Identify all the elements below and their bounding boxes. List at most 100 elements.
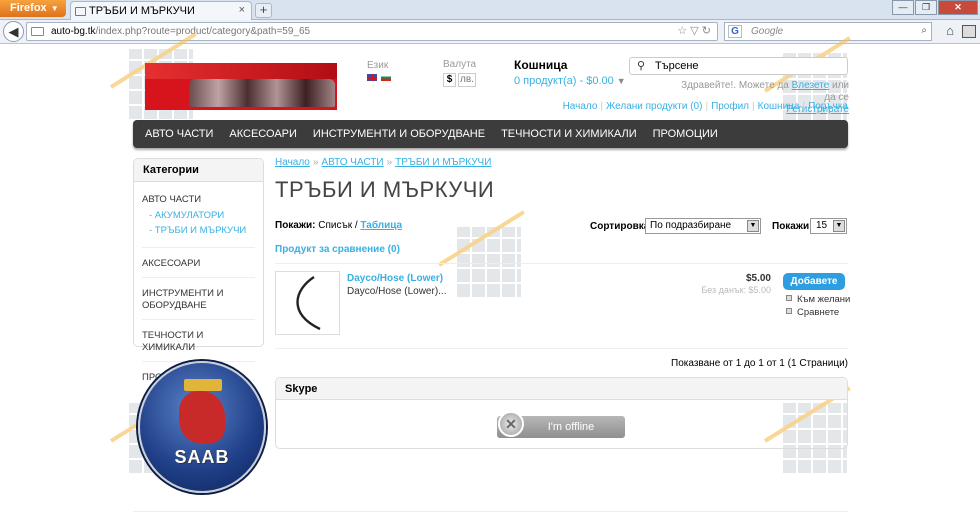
new-tab-button[interactable]: + [255,3,272,18]
back-button[interactable]: ◀ [3,21,24,42]
add-to-cart-button[interactable]: Добавете [783,273,845,290]
footer-divider [133,511,848,512]
currency-usd-button[interactable]: $ [443,73,456,87]
minimize-icon[interactable]: — [892,0,914,15]
breadcrumb-home[interactable]: Начало [275,157,310,168]
browser-nav-bar: ◀ auto-bg.tk/index.php?route=product/cat… [0,20,980,44]
menu-item-fluids[interactable]: ТЕЧНОСТИ И ХИМИКАЛИ [493,120,645,148]
add-to-wishlist-link[interactable]: Към желани [786,294,850,305]
compare-link[interactable]: Продукт за сравнение (0) [275,244,400,255]
display-toggle: Покажи: Списък / Таблица [275,220,402,231]
limit-select[interactable]: 15 ▼ [810,218,847,234]
category-tools[interactable]: ИНСТРУМЕНТИ И ОБОРУДВАНЕ [142,278,255,320]
search-icon[interactable]: ⌕ [921,25,927,36]
address-bar[interactable]: auto-bg.tk/index.php?route=product/categ… [26,22,718,41]
browser-tab-bar: Firefox ▼ ТРЪБИ И МЪРКУЧИ × + — ❐ ✕ [0,0,980,20]
header-links: Начало | Желани продукти (0) | Профил | Кошниц… [562,101,848,112]
google-icon[interactable]: G [728,25,742,38]
categories-box: Категории АВТО ЧАСТИ - АКУМУЛАТОРИ - ТРЪ… [133,158,264,383]
cart-summary[interactable]: 0 продукт(а) - $0.00 [514,75,614,87]
bullet-icon [786,308,792,314]
dropdown-arrow-icon[interactable]: ▽ [690,25,698,37]
language-label: Език [367,60,389,71]
sort-label: Сортировка: [590,221,653,232]
store-search-input[interactable]: ⚲ Търсене [629,57,848,75]
language-switcher: Език [367,60,391,81]
menu-item-promotions[interactable]: ПРОМОЦИИ [645,120,726,148]
browser-search-box[interactable]: G Google ⌕ [724,22,932,41]
search-icon[interactable]: ⚲ [637,59,645,72]
bookmark-star-icon[interactable]: ☆ [677,25,687,37]
wishlist-label: Към желани [797,294,851,305]
english-flag-icon[interactable] [367,74,377,81]
url-tools: ☆ ▽ ↻ [677,24,711,37]
dropdown-arrow-icon: ▼ [50,4,59,13]
pagination-results: Показване от 1 до 1 от 1 (1 Страници) [671,358,848,369]
menu-item-accessories[interactable]: АКСЕСОАРИ [221,120,305,148]
home-link[interactable]: Начало [563,101,598,112]
bullet-icon [786,295,792,301]
product-image[interactable] [275,271,340,335]
menu-item-tools[interactable]: ИНСТРУМЕНТИ И ОБОРУДВАНЕ [305,120,493,148]
account-link[interactable]: Профил [711,101,749,112]
login-link[interactable]: Влезете [792,80,830,91]
product-description: Dayco/Hose (Lower)... [347,286,447,297]
main-menu: АВТО ЧАСТИ АКСЕСОАРИ ИНСТРУМЕНТИ И ОБОРУ… [133,120,848,148]
saab-brand-logo[interactable]: SAAB [138,361,266,493]
limit-label: Покажи: [772,221,813,232]
cart-link[interactable]: Кошница [758,101,800,112]
url-path: /index.php?route=product/category&path=5… [95,26,311,37]
firefox-menu-button[interactable]: Firefox ▼ [0,0,66,17]
currency-bgn-button[interactable]: лв. [458,73,476,87]
product-price-ex-tax: Без данък: $5.00 [701,285,771,295]
brand-name: SAAB [174,447,230,467]
category-auto-parts[interactable]: АВТО ЧАСТИ [142,190,255,210]
firefox-menu-label: Firefox [10,2,47,14]
restore-icon[interactable]: ❐ [915,0,937,15]
cars-image [189,79,335,107]
menu-item-auto-parts[interactable]: АВТО ЧАСТИ [137,120,221,148]
addon-icon[interactable] [962,25,976,38]
skype-title: Skype [276,378,847,400]
cart-title: Кошница [514,58,568,72]
breadcrumb-hoses[interactable]: ТРЪБИ И МЪРКУЧИ [395,157,491,168]
home-button[interactable]: ⌂ [940,23,960,40]
divider [275,348,848,349]
sort-value: По подразбиране [650,220,732,231]
cart-widget[interactable]: Кошница 0 продукт(а) - $0.00 ▼ [514,58,626,87]
category-accessories[interactable]: АКСЕСОАРИ [142,248,255,278]
category-hoses[interactable]: - ТРЪБИ И МЪРКУЧИ [142,225,255,248]
breadcrumb-separator: » [386,157,393,168]
wishlist-link[interactable]: Желани продукти (0) [606,101,702,112]
chevron-down-icon[interactable]: ▼ [617,76,626,86]
store-logo[interactable] [145,63,337,110]
display-grid-link[interactable]: Таблица [360,220,402,231]
window-controls: — ❐ ✕ [892,0,978,15]
category-fluids[interactable]: ТЕЧНОСТИ И ХИМИКАЛИ [142,320,255,362]
add-to-compare-link[interactable]: Сравнете [786,307,839,318]
category-batteries[interactable]: - АКУМУЛАТОРИ [142,210,255,225]
arrow-left-icon: ◀ [8,24,19,39]
browser-tab[interactable]: ТРЪБИ И МЪРКУЧИ × [70,1,252,20]
skype-status-button[interactable]: ✕ I'm offline [497,411,625,438]
product-name-link[interactable]: Dayco/Hose (Lower) [347,273,443,284]
close-tab-icon[interactable]: × [239,4,245,16]
chevron-down-icon: ▼ [833,220,845,232]
welcome-text: Здравейте!. Можете да [681,80,789,91]
bulgarian-flag-icon[interactable] [381,74,391,81]
reload-icon[interactable]: ↻ [702,25,711,37]
tab-title: ТРЪБИ И МЪРКУЧИ [89,5,195,17]
breadcrumb-auto-parts[interactable]: АВТО ЧАСТИ [321,157,383,168]
plus-icon: + [259,2,268,17]
currency-label: Валута [443,59,477,70]
search-engine-placeholder: Google [751,26,784,37]
watermark-logo [437,210,525,307]
skype-box: Skype ✕ I'm offline [275,377,848,449]
product-price: $5.00 [745,273,771,284]
home-icon: ⌂ [946,23,954,38]
divider [275,263,848,264]
sort-select[interactable]: По подразбиране ▼ [645,218,761,234]
offline-x-icon: ✕ [498,411,524,437]
close-window-icon[interactable]: ✕ [938,0,978,15]
checkout-link[interactable]: Поръчка [808,101,848,112]
